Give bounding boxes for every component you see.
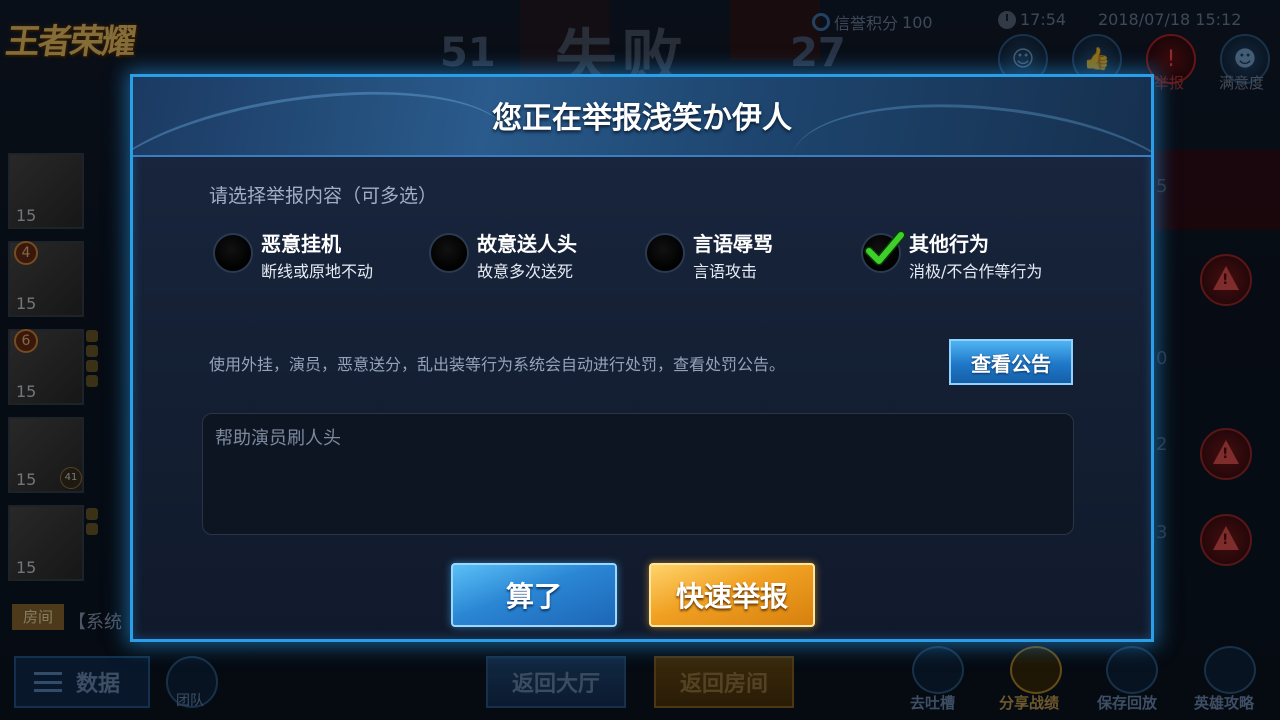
credit-icon bbox=[812, 13, 830, 31]
credit-label: 信誉积分 bbox=[834, 14, 899, 33]
roster-rank-badge: 41 bbox=[60, 467, 82, 489]
roster-level: 15 bbox=[16, 206, 37, 225]
option-feeding[interactable]: 故意送人头 故意多次送死 bbox=[429, 227, 629, 283]
video-label: 保存回放 bbox=[1097, 694, 1158, 712]
quick-report-button[interactable]: 快速举报 bbox=[649, 563, 815, 627]
equipment-icons bbox=[86, 508, 100, 538]
roster-avatar[interactable]: 15 bbox=[8, 505, 84, 581]
score-left: 51 bbox=[440, 30, 496, 76]
option-afk[interactable]: 恶意挂机 断线或原地不动 bbox=[213, 227, 413, 283]
right-stat: 5 bbox=[1156, 176, 1168, 197]
option-subtitle: 故意多次送死 bbox=[477, 262, 574, 281]
option-subtitle: 断线或原地不动 bbox=[261, 262, 374, 281]
report-player-icon[interactable] bbox=[1200, 428, 1252, 480]
penalty-notice: 使用外挂，演员，恶意送分，乱出装等行为系统会自动进行处罚，查看处罚公告。 bbox=[209, 355, 786, 374]
roster-badge: 4 bbox=[14, 241, 38, 265]
dialog-title: 您正在举报浅笑か伊人 bbox=[492, 101, 792, 136]
room-chat-tag: 房间 bbox=[12, 604, 64, 630]
option-subtitle: 消极/不合作等行为 bbox=[909, 262, 1043, 281]
share-icon[interactable] bbox=[1010, 646, 1062, 694]
equipment-icons bbox=[86, 330, 100, 390]
report-player-icon[interactable] bbox=[1200, 254, 1252, 306]
clock: 17:54 bbox=[998, 10, 1066, 29]
option-title: 其他行为 bbox=[909, 232, 989, 256]
team-tab-label: 团队 bbox=[176, 693, 204, 709]
credit-score: 信誉积分 100 bbox=[812, 10, 933, 34]
option-title: 故意送人头 bbox=[477, 232, 577, 256]
back-to-room-button[interactable]: 返回房间 bbox=[654, 656, 794, 708]
chat-label: 去吐槽 bbox=[910, 694, 956, 712]
right-stat: 2 bbox=[1156, 434, 1168, 455]
data-tab-button[interactable]: 数据 bbox=[14, 656, 150, 708]
datetime: 2018/07/18 15:12 bbox=[1098, 10, 1242, 29]
clock-time: 17:54 bbox=[1020, 10, 1067, 29]
roster-avatar[interactable]: 15 41 bbox=[8, 417, 84, 493]
checkmark-icon bbox=[864, 230, 906, 266]
option-radio[interactable] bbox=[429, 233, 469, 273]
report-description-input[interactable]: 帮助演员刷人头 bbox=[202, 413, 1074, 535]
game-logo: 王者荣耀 bbox=[3, 22, 137, 62]
video-icon[interactable] bbox=[1106, 646, 1158, 694]
roster-level: 15 bbox=[16, 294, 37, 313]
share-label: 分享战绩 bbox=[999, 694, 1060, 712]
option-radio[interactable] bbox=[645, 233, 685, 273]
roster-avatar[interactable]: 15 bbox=[8, 153, 84, 229]
roster-avatar[interactable]: 6 15 bbox=[8, 329, 84, 405]
mvp-panel bbox=[1150, 150, 1280, 230]
option-subtitle: 言语攻击 bbox=[693, 262, 758, 281]
roster-level: 15 bbox=[16, 470, 37, 489]
top-report-label: 举报 bbox=[1154, 74, 1185, 92]
roster-level: 15 bbox=[16, 558, 37, 577]
data-tab-label: 数据 bbox=[76, 672, 121, 697]
roster-avatar[interactable]: 4 15 bbox=[8, 241, 84, 317]
list-icon bbox=[34, 672, 62, 692]
option-radio[interactable] bbox=[213, 233, 253, 273]
report-prompt: 请选择举报内容（可多选） bbox=[209, 185, 438, 207]
report-dialog: 您正在举报浅笑か伊人 请选择举报内容（可多选） 恶意挂机 断线或原地不动 故意送… bbox=[130, 74, 1154, 642]
roster-badge: 6 bbox=[14, 329, 38, 353]
option-title: 恶意挂机 bbox=[261, 232, 341, 256]
view-announcement-button[interactable]: 查看公告 bbox=[949, 339, 1073, 385]
back-to-lobby-button[interactable]: 返回大厅 bbox=[486, 656, 626, 708]
top-satisfaction-label: 满意度 bbox=[1219, 74, 1265, 92]
chat-icon[interactable] bbox=[912, 646, 964, 694]
score-right: 27 bbox=[790, 30, 846, 76]
right-stat: 0 bbox=[1156, 348, 1168, 369]
hero-guide-icon[interactable] bbox=[1204, 646, 1256, 694]
report-player-icon[interactable] bbox=[1200, 514, 1252, 566]
roster-level: 15 bbox=[16, 382, 37, 401]
clock-icon bbox=[998, 10, 1016, 29]
option-other[interactable]: 其他行为 消极/不合作等行为 bbox=[861, 227, 1061, 283]
option-verbal-abuse[interactable]: 言语辱骂 言语攻击 bbox=[645, 227, 845, 283]
right-stat: 3 bbox=[1156, 522, 1168, 543]
credit-value: 100 bbox=[902, 12, 933, 32]
dialog-header: 您正在举报浅笑か伊人 bbox=[133, 77, 1151, 157]
cancel-button[interactable]: 算了 bbox=[451, 563, 617, 627]
room-system-text: 【系统 bbox=[68, 612, 122, 633]
hero-guide-label: 英雄攻略 bbox=[1194, 694, 1255, 712]
option-title: 言语辱骂 bbox=[693, 232, 773, 256]
